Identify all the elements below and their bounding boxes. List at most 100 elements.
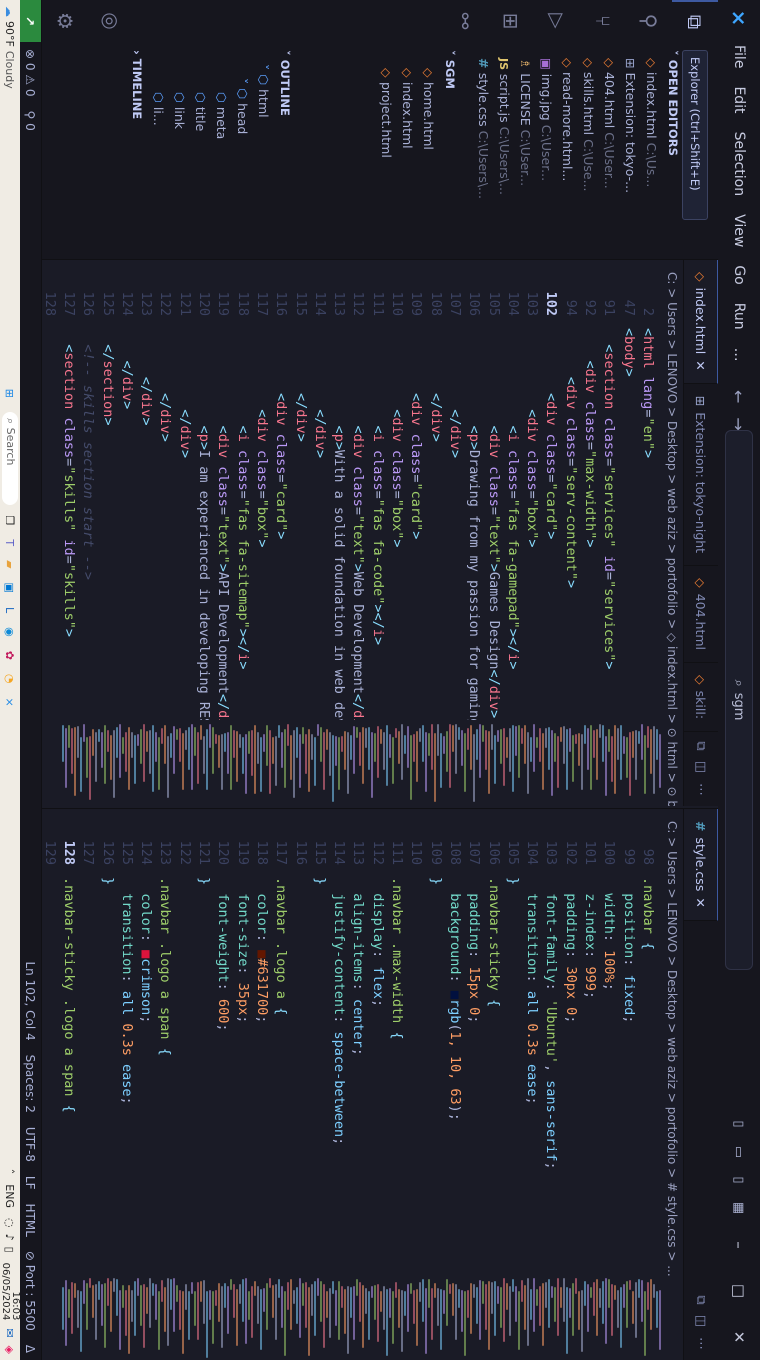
- maximize-button[interactable]: □: [718, 1268, 760, 1314]
- breadcrumb[interactable]: C: > Users > LENOVO > Desktop > web aziz…: [661, 260, 683, 806]
- ports-count[interactable]: ⚲ 0: [24, 104, 38, 138]
- app-l-icon[interactable]: L: [4, 607, 17, 613]
- outline-item[interactable]: ⬡ li...: [148, 42, 169, 259]
- code-line[interactable]: <p>Drawing from my passion for gaming an…: [464, 328, 483, 784]
- menu-item[interactable]: View: [718, 205, 760, 256]
- editor-tab[interactable]: ◇ skill:: [684, 663, 718, 733]
- code-line[interactable]: padding: 15px 0;: [464, 877, 483, 1023]
- open-editor-item[interactable]: ▣ img.jpg C:\User...: [536, 42, 557, 259]
- extensions-icon[interactable]: ⊞: [488, 0, 534, 42]
- code-line[interactable]: }: [503, 877, 522, 885]
- outline-header[interactable]: ˅ OUTLINE: [274, 42, 296, 259]
- code-line[interactable]: font-weight: 600;: [213, 877, 232, 1031]
- menu-item[interactable]: Run: [718, 294, 760, 339]
- layout-icon[interactable]: ◫: [694, 1315, 709, 1327]
- code-line[interactable]: .navbar-sticky .logo a span {: [59, 877, 78, 1113]
- editor-tab[interactable]: # style.css ✕: [684, 809, 718, 921]
- outline-item[interactable]: ˅ ⬡ html: [253, 42, 274, 259]
- toggle-sidebar-icon[interactable]: ▯: [718, 1110, 760, 1138]
- open-editor-item[interactable]: ◇ index.html C:\Us...: [641, 42, 662, 259]
- code-line[interactable]: </div>: [291, 328, 310, 442]
- command-center-search[interactable]: ⌕ sgm: [725, 430, 753, 970]
- file-item[interactable]: ◇ project.html: [376, 42, 397, 259]
- editor-tab[interactable]: ◇ index.html ✕: [684, 260, 718, 384]
- menu-item[interactable]: File: [718, 36, 760, 77]
- code-line[interactable]: <div class="card">: [406, 328, 425, 539]
- toggle-secondary-sidebar-icon[interactable]: ▯: [718, 1166, 760, 1194]
- code-line[interactable]: .navbar .logo a span {: [156, 877, 175, 1056]
- code-line[interactable]: <section class="services" id="services">: [599, 328, 618, 669]
- code-line[interactable]: justify-content: space-between;: [329, 877, 348, 1145]
- code-line[interactable]: </div>: [175, 328, 194, 458]
- code-line[interactable]: <p>With a solid foundation in web develo…: [329, 328, 348, 784]
- remote-indicator[interactable]: ↗: [19, 0, 42, 42]
- edge-icon[interactable]: ◉: [4, 627, 17, 637]
- minimize-button[interactable]: –: [718, 1222, 760, 1268]
- code-line[interactable]: </div>: [117, 328, 136, 410]
- code-line[interactable]: <section class="skills" id="skills">: [59, 328, 78, 637]
- editor-tab[interactable]: ⊞ Extension: tokyo-night: [684, 383, 718, 567]
- live-server-port[interactable]: ⊘ Port : 5500: [24, 1244, 38, 1338]
- layout-icon[interactable]: ◫: [694, 761, 709, 773]
- search-icon[interactable]: ⚲: [626, 0, 672, 42]
- teams-icon[interactable]: T: [4, 539, 17, 546]
- code-line[interactable]: <p>I am experienced in developing RESTfu…: [194, 328, 213, 784]
- code-line[interactable]: </section>: [98, 328, 117, 425]
- gear-icon[interactable]: ⚙: [42, 0, 88, 42]
- code-line[interactable]: <div class="box">: [252, 328, 271, 547]
- code-line[interactable]: <body>: [619, 328, 638, 377]
- code-line[interactable]: align-items: center;: [349, 877, 368, 1056]
- split-editor-icon[interactable]: ⧉: [694, 741, 709, 750]
- file-item[interactable]: ◇ home.html: [418, 42, 439, 259]
- code-line[interactable]: color: ■#631700;: [252, 877, 271, 1023]
- code-line[interactable]: <div class="max-width">: [580, 328, 599, 548]
- code-line[interactable]: <div class="text">Web Development</div>: [349, 328, 368, 743]
- tray-chevron-icon[interactable]: ˄: [4, 1169, 17, 1175]
- windows-start-icon[interactable]: ⊞: [4, 389, 17, 398]
- code-line[interactable]: .navbar .max-width {: [387, 877, 406, 1040]
- toggle-panel-icon[interactable]: ▭: [718, 1138, 760, 1166]
- timeline-header[interactable]: › TIMELINE: [126, 42, 148, 259]
- run-debug-icon[interactable]: ▷: [534, 0, 580, 42]
- code-line[interactable]: <div class="card">: [271, 328, 290, 539]
- code-line[interactable]: </div>: [156, 328, 175, 442]
- code-line[interactable]: color: ■crimson;: [136, 877, 155, 1023]
- close-icon[interactable]: ✕: [693, 360, 708, 370]
- notification-icon[interactable]: ✉: [4, 1328, 17, 1337]
- code-line[interactable]: </div>: [310, 328, 329, 458]
- open-editors-header[interactable]: ˅ OPEN EDITORS: [662, 42, 684, 259]
- open-editor-item[interactable]: ◇ 404.html C:\User...: [599, 42, 620, 259]
- more-actions-icon[interactable]: ⋯: [694, 783, 709, 796]
- code-line[interactable]: .navbar.sticky {: [484, 877, 503, 1007]
- app-swirl-icon[interactable]: ✿: [4, 651, 17, 660]
- code-line[interactable]: <div class="serv-content">: [561, 328, 580, 588]
- code-line[interactable]: }: [310, 877, 329, 885]
- open-editor-item[interactable]: ◇ skills.html C:\Use...: [578, 42, 599, 259]
- outline-item[interactable]: ⬡ link: [169, 42, 190, 259]
- open-editor-item[interactable]: ◇ read-more.html...: [557, 42, 578, 259]
- code-line[interactable]: }: [426, 877, 445, 885]
- end-of-line[interactable]: LF: [24, 1169, 38, 1197]
- weather-temp[interactable]: 90°F: [4, 17, 17, 47]
- close-window-button[interactable]: ✕: [718, 1314, 760, 1360]
- code-line[interactable]: </div>: [445, 328, 464, 458]
- code-line[interactable]: font-family: 'Ubuntu', sans-serif;: [542, 877, 561, 1169]
- code-line[interactable]: </div>: [426, 328, 445, 442]
- back-arrow-icon[interactable]: ←: [730, 390, 749, 403]
- open-editor-item[interactable]: # style.css C:\Users\...: [473, 42, 494, 259]
- outline-item[interactable]: ˅ ⬡ head: [232, 42, 253, 259]
- code-line[interactable]: <div class="text">Games Design</div>: [484, 328, 503, 719]
- forward-arrow-icon[interactable]: →: [730, 417, 749, 430]
- code-line[interactable]: <div class="box">: [522, 328, 541, 547]
- open-editor-item[interactable]: JS script.js C:\Users\...: [494, 42, 515, 259]
- code-line[interactable]: font-size: 35px;: [233, 877, 252, 1023]
- cursor-position[interactable]: Ln 102, Col 4: [24, 954, 38, 1047]
- code-line[interactable]: padding: 30px 0;: [561, 877, 580, 1023]
- menu-item[interactable]: Selection: [718, 123, 760, 206]
- code-line[interactable]: }: [194, 877, 213, 885]
- breadcrumb[interactable]: C: > Users > LENOVO > Desktop > web aziz…: [661, 809, 683, 1360]
- outline-item[interactable]: ⬡ meta: [211, 42, 232, 259]
- code-line[interactable]: position: fixed;: [619, 877, 638, 1023]
- code-line[interactable]: <i class="fas fa-gamepad"></i>: [503, 328, 522, 670]
- file-explorer-icon[interactable]: ▰: [4, 560, 17, 568]
